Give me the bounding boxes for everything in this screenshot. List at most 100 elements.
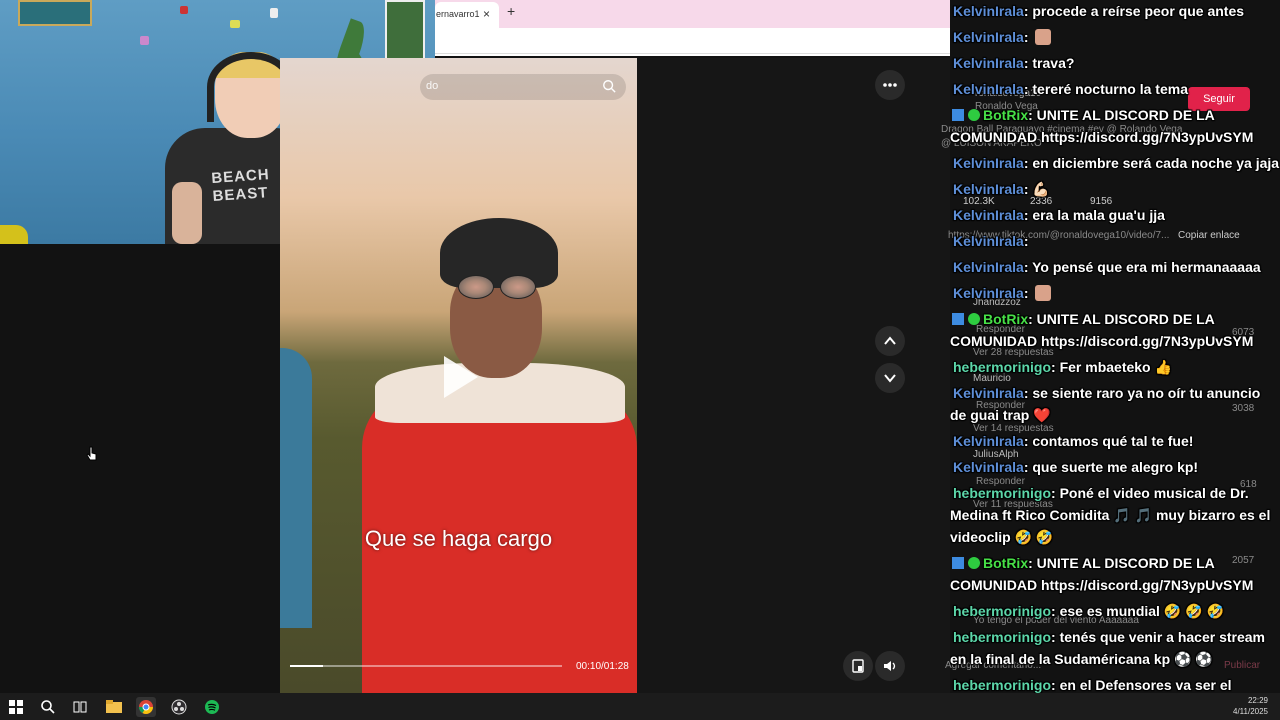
new-tab-button[interactable]: + xyxy=(507,3,515,19)
chat-message: KelvinIrala: xyxy=(950,230,1280,252)
verified-badge-icon xyxy=(968,109,980,121)
chat-text: : xyxy=(1023,233,1029,249)
chat-username[interactable]: hebermorinigo xyxy=(950,629,1051,645)
video-caption: Que se haga cargo xyxy=(364,526,553,551)
wall-sticker xyxy=(230,20,240,28)
chat-message: BotRix: UNITE AL DISCORD DE LA COMUNIDAD… xyxy=(950,104,1280,148)
chat-text: : contamos qué tal te fue! xyxy=(1023,433,1194,449)
folder-icon xyxy=(106,700,122,713)
chat-message: KelvinIrala: contamos qué tal te fue! xyxy=(950,430,1280,452)
clock-date: 4/11/2025 xyxy=(1233,707,1268,716)
windows-start-button[interactable] xyxy=(6,697,26,717)
task-view-button[interactable] xyxy=(70,697,90,717)
streamer-arm xyxy=(172,182,202,244)
search-icon[interactable] xyxy=(602,79,616,93)
chat-username[interactable]: KelvinIrala xyxy=(950,207,1024,223)
browser-toolbar xyxy=(435,28,950,56)
chat-text: : Fer mbaeteko 👍 xyxy=(1051,359,1172,375)
search-button[interactable] xyxy=(38,697,58,717)
chat-text: : 💪🏻 xyxy=(1023,181,1050,197)
wall-sticker xyxy=(180,6,188,14)
chat-username[interactable]: KelvinIrala xyxy=(950,433,1024,449)
close-tab-icon[interactable]: × xyxy=(483,2,490,26)
wall-sticker xyxy=(270,8,278,18)
video-progress-bar[interactable] xyxy=(290,665,562,667)
bot-badge-icon xyxy=(952,313,964,325)
chat-message: KelvinIrala: xyxy=(950,26,1280,48)
chat-message: KelvinIrala: 💪🏻 xyxy=(950,178,1280,200)
speaker-icon xyxy=(884,661,896,671)
chat-username[interactable]: KelvinIrala xyxy=(950,459,1024,475)
chat-text: : que suerte me alegro kp! xyxy=(1023,459,1199,475)
chat-username[interactable]: hebermorinigo xyxy=(950,485,1051,501)
wall-poster xyxy=(18,0,92,26)
verified-badge-icon xyxy=(968,557,980,569)
chat-username[interactable]: KelvinIrala xyxy=(950,259,1024,275)
chat-message: hebermorinigo: ese es mundial 🤣 🤣 🤣 xyxy=(950,600,1280,622)
chat-username[interactable]: KelvinIrala xyxy=(950,29,1024,45)
chat-text: : Yo pensé que era mi hermanaaaaa xyxy=(1023,259,1261,275)
chrome-button[interactable] xyxy=(136,697,156,717)
spotify-button[interactable] xyxy=(202,697,222,717)
chat-message: hebermorinigo: Fer mbaeteko 👍 xyxy=(950,356,1280,378)
chat-message: hebermorinigo: tenés que venir a hacer s… xyxy=(950,626,1280,670)
chat-text: : trava? xyxy=(1023,55,1075,71)
chat-message: BotRix: UNITE AL DISCORD DE LA COMUNIDAD… xyxy=(950,552,1280,596)
chat-username[interactable]: KelvinIrala xyxy=(950,155,1024,171)
chat-username[interactable]: KelvinIrala xyxy=(950,81,1024,97)
pip-button[interactable] xyxy=(843,651,873,681)
chat-username[interactable]: BotRix xyxy=(980,107,1028,123)
video-time: 00:10/01:28 xyxy=(576,661,629,672)
chat-message: KelvinIrala: se siente raro ya no oír tu… xyxy=(950,382,1280,426)
browser-tab-title: ernavarro1 xyxy=(436,9,480,19)
chat-message: KelvinIrala: Yo pensé que era mi hermana… xyxy=(950,256,1280,278)
chat-username[interactable]: BotRix xyxy=(980,311,1028,327)
previous-video-button[interactable] xyxy=(875,326,905,356)
verified-badge-icon xyxy=(968,313,980,325)
chat-username[interactable]: hebermorinigo xyxy=(950,359,1051,375)
task-view-icon xyxy=(73,701,87,713)
wall-sticker xyxy=(140,36,149,45)
volume-button[interactable] xyxy=(875,651,905,681)
browser-tab[interactable]: ernavarro1 × xyxy=(435,2,499,28)
play-icon[interactable] xyxy=(444,356,478,398)
shirt-print: BEACH BEAST xyxy=(210,166,271,206)
hand-cursor-icon xyxy=(86,446,97,461)
chevron-down-icon xyxy=(884,374,896,383)
chat-username[interactable]: KelvinIrala xyxy=(950,385,1024,401)
more-options-button[interactable] xyxy=(875,70,905,100)
video-progress-fill xyxy=(290,665,323,667)
chat-username[interactable]: BotRix xyxy=(980,555,1028,571)
picture-in-picture-icon xyxy=(852,659,864,673)
chat-message: KelvinIrala: era la mala gua'u jja xyxy=(950,204,1280,226)
emote-icon xyxy=(1034,29,1051,45)
file-explorer-button[interactable] xyxy=(104,697,124,717)
chair xyxy=(0,225,28,244)
video-person-left xyxy=(280,348,312,628)
search-placeholder: do xyxy=(426,80,439,92)
chat-username[interactable]: hebermorinigo xyxy=(950,603,1051,619)
chat-text: : era la mala gua'u jja xyxy=(1023,207,1165,223)
clock-time: 22:29 xyxy=(1247,696,1268,705)
obs-icon xyxy=(171,699,187,715)
obs-button[interactable] xyxy=(169,697,189,717)
search-bar[interactable]: do xyxy=(420,74,626,100)
chat-text: : tereré nocturno la tema xyxy=(1023,81,1188,97)
emote-icon xyxy=(1034,285,1051,301)
more-icon xyxy=(883,83,897,87)
chat-message: hebermorinigo: Poné el video musical de … xyxy=(950,482,1280,548)
chrome-icon xyxy=(139,700,153,714)
browser-tab-strip: ernavarro1 × + xyxy=(435,0,950,28)
spotify-icon xyxy=(205,700,219,714)
system-clock[interactable]: 22:29 4/11/2025 xyxy=(1233,695,1268,717)
chat-message: KelvinIrala: en diciembre será cada noch… xyxy=(950,152,1280,174)
chat-username[interactable]: KelvinIrala xyxy=(950,285,1024,301)
chat-username[interactable]: KelvinIrala xyxy=(950,3,1024,19)
chat-username[interactable]: KelvinIrala xyxy=(950,55,1024,71)
chat-username[interactable]: KelvinIrala xyxy=(950,233,1024,249)
tiktok-video[interactable]: do Que se haga cargo 00:10/01:28 xyxy=(280,58,637,693)
next-video-button[interactable] xyxy=(875,363,905,393)
chat-username[interactable]: hebermorinigo xyxy=(950,677,1051,693)
chat-text: : ese es mundial 🤣 🤣 🤣 xyxy=(1051,603,1224,619)
chat-username[interactable]: KelvinIrala xyxy=(950,181,1024,197)
